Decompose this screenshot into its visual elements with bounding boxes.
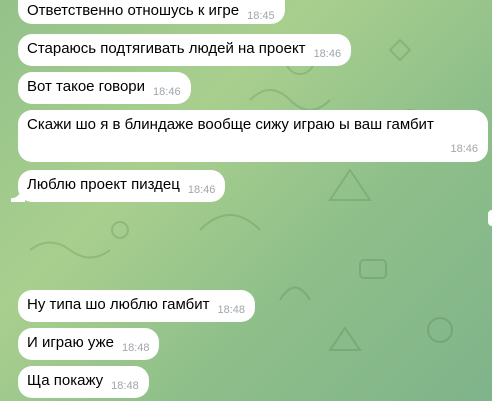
message-text: Ща покажу	[27, 372, 104, 389]
message-time: 18:46	[187, 184, 216, 196]
message-text: Ответственно отношусь к игре	[27, 2, 240, 19]
message-bubble[interactable]: Ща покажу 18:48	[18, 366, 149, 398]
message-time: 18:48	[111, 380, 139, 392]
message-bubble[interactable]: Ну типа шо люблю гамбит 18:48	[18, 290, 256, 322]
message-text: Вот такое говори	[27, 78, 146, 95]
message-bubble[interactable]: Вот такое говори 18:46	[18, 72, 191, 104]
message-time: 18:48	[121, 342, 150, 354]
message-text: Стараюсь подтягивать людей на проект	[27, 40, 306, 57]
message-time: 18:46	[450, 143, 478, 155]
partial-element	[488, 210, 492, 226]
message-time: 18:46	[313, 48, 342, 60]
message-bubble[interactable]: И играю уже 18:48	[18, 328, 160, 360]
message-bubble[interactable]: Стараюсь подтягивать людей на проект 18:4…	[18, 34, 352, 66]
message-text: Люблю проект пиздец	[27, 176, 180, 193]
message-time: 18:46	[153, 86, 181, 98]
message-time: 18:48	[217, 304, 246, 316]
message-bubble[interactable]: Люблю проект пиздец 18:46	[10, 170, 226, 202]
message-text: Ну типа шо люблю гамбит	[27, 296, 210, 313]
message-text: Скажи шо я в блиндаже вообще сижу играю …	[27, 116, 434, 133]
message-bubble[interactable]: Скажи шо я в блиндаже вообще сижу играю …	[18, 110, 488, 162]
message-time: 18:45	[247, 10, 275, 22]
message-text: И играю уже	[27, 334, 114, 351]
message-bubble[interactable]: Ответственно отношусь к игре 18:45	[18, 0, 285, 24]
